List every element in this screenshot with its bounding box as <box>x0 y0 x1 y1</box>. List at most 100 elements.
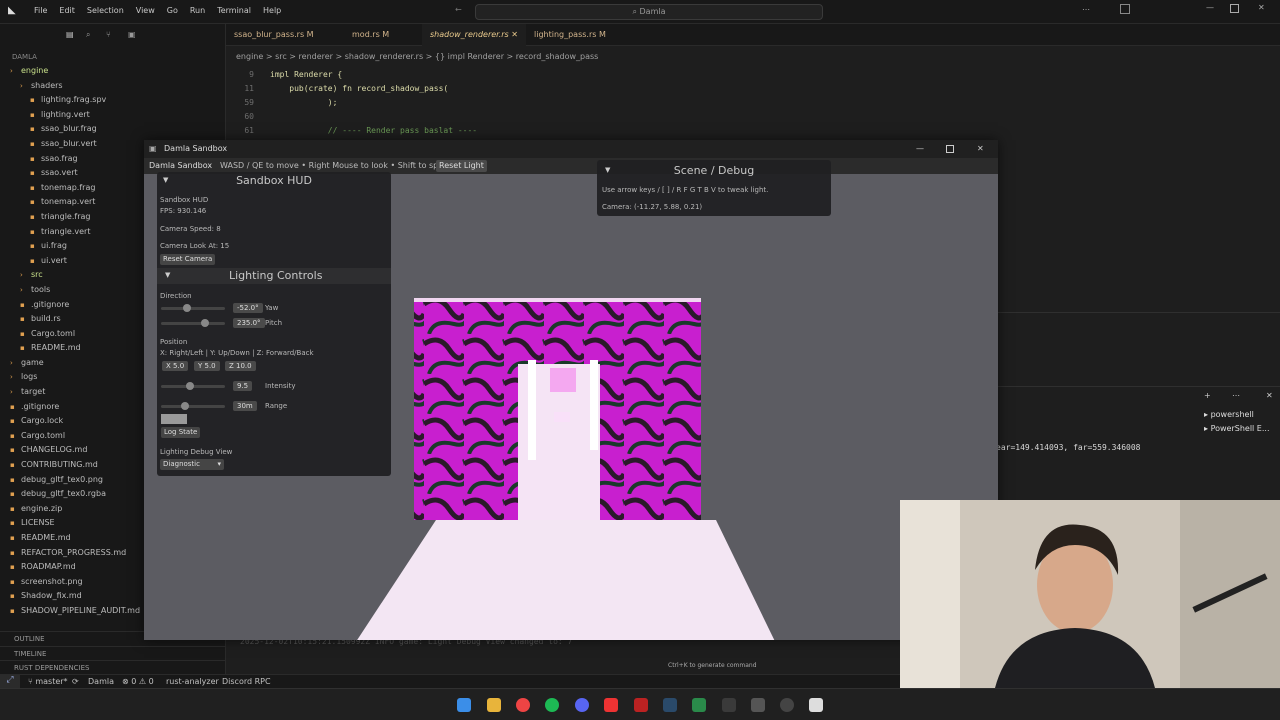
file-tree-label: tonemap.frag <box>41 182 96 192</box>
yaw-slider[interactable] <box>161 304 225 312</box>
menu-item[interactable]: Run <box>190 6 205 15</box>
code-line[interactable]: 59 ); <box>226 96 337 110</box>
close-tab-icon[interactable]: ✕ <box>509 30 518 39</box>
more-icon[interactable]: ⋯ <box>1082 5 1090 14</box>
x-field[interactable]: X 5.0 <box>162 361 189 371</box>
file-tree-label: ssao_blur.vert <box>41 138 97 148</box>
menu-item[interactable]: Help <box>263 6 281 15</box>
minimize-window-button[interactable]: — <box>1206 3 1214 12</box>
file-item[interactable]: ▪ ssao_blur.frag <box>0 122 226 137</box>
file-item[interactable]: ▪ lighting.vert <box>0 108 226 123</box>
search-icon: ⌕ <box>632 7 640 16</box>
app-icon[interactable] <box>692 698 706 712</box>
chrome-icon[interactable] <box>516 698 530 712</box>
menu-item[interactable]: Go <box>167 6 178 15</box>
rust-dependencies-section[interactable]: RUST DEPENDENCIES <box>0 660 226 674</box>
app-icon[interactable] <box>604 698 618 712</box>
terminal-item[interactable]: ▸ powershell <box>1204 410 1280 424</box>
intensity-slider[interactable] <box>161 382 225 390</box>
discord-icon[interactable] <box>575 698 589 712</box>
scene-debug-panel: ▼ Scene / Debug Use arrow keys / [ ] / R… <box>597 160 831 216</box>
pillar <box>528 360 536 460</box>
branch-indicator[interactable]: ⑂ master* <box>28 677 68 686</box>
folder-item[interactable]: › shaders <box>0 79 226 94</box>
pitch-value[interactable]: 235.0° <box>233 318 265 328</box>
file-icon: ▪ <box>20 315 25 324</box>
reset-camera-button[interactable]: Reset Camera <box>160 254 216 265</box>
folder-item[interactable]: › engine <box>0 64 226 79</box>
discord-rpc-status[interactable]: Discord RPC <box>222 677 271 686</box>
search-sidebar-icon[interactable]: ⌕ <box>86 30 90 40</box>
code-view[interactable]: 9 impl Renderer {11 pub(crate) fn record_… <box>226 68 1280 148</box>
pitch-slider[interactable] <box>161 319 225 327</box>
breadcrumb[interactable]: engine > src > renderer > shadow_rendere… <box>236 52 598 61</box>
code-line[interactable]: 61 // ---- Render pass baslat ---- <box>226 124 477 138</box>
lighting-controls-header[interactable]: ▼ Lighting Controls <box>157 268 391 284</box>
code-line[interactable]: 9 impl Renderer { <box>226 68 342 82</box>
remote-icon[interactable]: ⤢ <box>0 675 20 688</box>
close-button[interactable]: ✕ <box>977 140 984 158</box>
file-icon: ▪ <box>10 563 15 572</box>
scene-hint: Use arrow keys / [ ] / R F G T B V to tw… <box>602 186 769 194</box>
source-control-icon[interactable]: ⑂ <box>106 30 111 39</box>
timeline-section[interactable]: TIMELINE <box>0 646 226 660</box>
slider-knob[interactable] <box>183 304 191 312</box>
menu-item[interactable]: File <box>34 6 47 15</box>
scene-object <box>554 412 570 422</box>
command-center-search[interactable]: ⌕ Damla <box>475 4 823 20</box>
file-tree-label: README.md <box>31 343 81 353</box>
collapse-icon[interactable]: ▼ <box>165 271 170 279</box>
app-icon[interactable] <box>722 698 736 712</box>
menu-item[interactable]: Terminal <box>217 6 251 15</box>
code-line[interactable]: 11 pub(crate) fn record_shadow_pass( <box>226 82 448 96</box>
slider-knob[interactable] <box>181 402 189 410</box>
file-explorer-icon[interactable] <box>487 698 501 712</box>
file-tree-label: ssao_blur.frag <box>41 124 97 134</box>
app-icon[interactable] <box>634 698 648 712</box>
editor-tab[interactable]: shadow_renderer.rs ✕ <box>422 24 526 46</box>
debug-view-select[interactable]: Diagnostic ▾ <box>160 459 224 470</box>
editor-tab[interactable]: ssao_blur_pass.rs M <box>226 24 322 46</box>
slider-knob[interactable] <box>201 319 209 327</box>
add-terminal-icon[interactable]: + <box>1204 391 1211 400</box>
minimize-button[interactable]: — <box>916 140 924 158</box>
steam-icon[interactable] <box>663 698 677 712</box>
start-icon[interactable] <box>457 698 471 712</box>
file-icon: ▪ <box>10 431 15 440</box>
problems-indicator[interactable]: ⊗ 0 ⚠ 0 <box>122 677 154 686</box>
reset-light-button[interactable]: Reset Light <box>436 160 487 172</box>
back-arrow-icon[interactable]: ← <box>455 5 462 14</box>
more-icon[interactable]: ⋯ <box>1232 391 1240 400</box>
editor-tab[interactable]: mod.rs M <box>344 24 397 46</box>
maximize-button[interactable] <box>946 145 954 153</box>
app-icon[interactable] <box>809 698 823 712</box>
y-field[interactable]: Y 5.0 <box>194 361 220 371</box>
sync-icon[interactable]: ⟳ <box>72 677 79 686</box>
close-panel-icon[interactable]: ✕ <box>1266 391 1273 400</box>
editor-tab[interactable]: lighting_pass.rs M <box>526 24 614 46</box>
lsp-status[interactable]: rust-analyzer <box>166 677 219 686</box>
extensions-icon[interactable]: ▣ <box>128 30 136 39</box>
z-field[interactable]: Z 10.0 <box>225 361 256 371</box>
color-swatch[interactable] <box>161 414 187 424</box>
files-icon[interactable]: ▤ <box>66 30 74 39</box>
app-icon[interactable] <box>751 698 765 712</box>
intensity-value[interactable]: 9.5 <box>233 381 253 391</box>
code-line[interactable]: 60 <box>226 110 270 124</box>
file-item[interactable]: ▪ lighting.frag.spv <box>0 93 226 108</box>
yaw-value[interactable]: -52.0° <box>233 303 263 313</box>
range-slider[interactable] <box>161 402 225 410</box>
layout-toggle-icon[interactable] <box>1120 4 1130 14</box>
menu-item[interactable]: Edit <box>59 6 75 15</box>
menu-item[interactable]: Selection <box>87 6 124 15</box>
log-state-button[interactable]: Log State <box>161 427 201 438</box>
spotify-icon[interactable] <box>545 698 559 712</box>
menu-item[interactable]: View <box>136 6 155 15</box>
slider-knob[interactable] <box>186 382 194 390</box>
app-icon[interactable] <box>780 698 794 712</box>
terminal-item[interactable]: ▸ PowerShell E... <box>1204 424 1280 438</box>
close-window-button[interactable]: ✕ <box>1258 3 1265 12</box>
maximize-window-button[interactable] <box>1230 4 1239 13</box>
range-value[interactable]: 30m <box>233 401 257 411</box>
title-bar: ◣ File Edit Selection View Go Run Terminal Help… <box>0 0 1280 24</box>
